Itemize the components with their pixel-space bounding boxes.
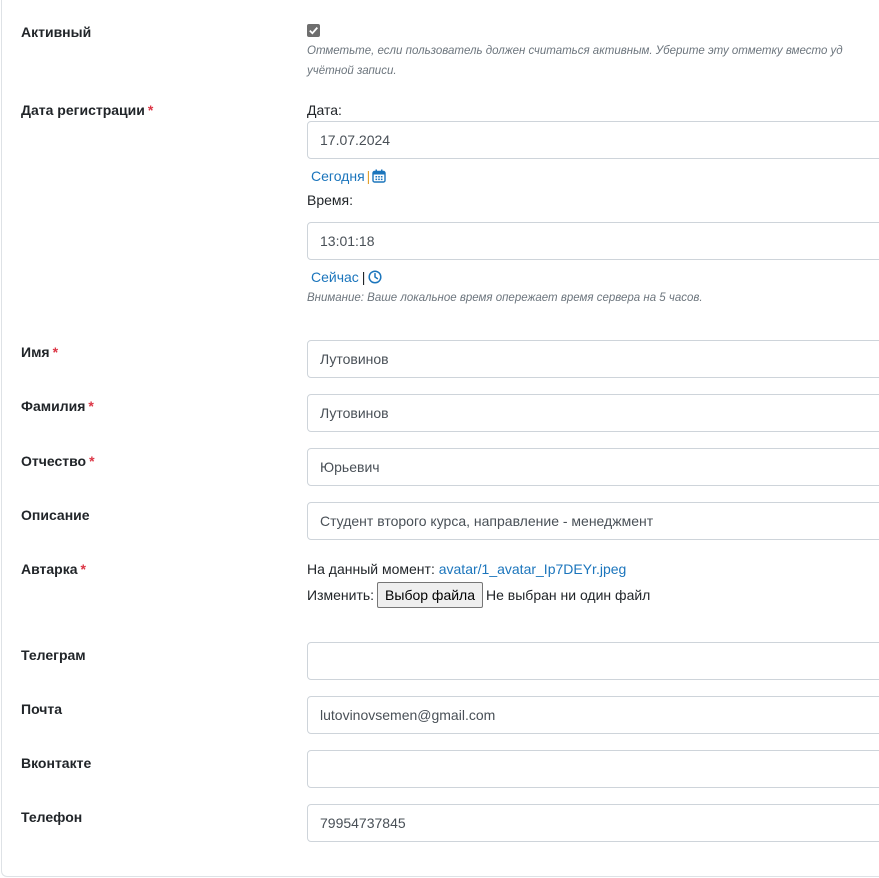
- no-file-text: Не выбран ни один файл: [486, 587, 651, 603]
- avatar-file-link[interactable]: avatar/1_avatar_Ip7DEYr.jpeg: [439, 561, 627, 577]
- telegram-input[interactable]: [307, 642, 879, 680]
- required-mark: *: [147, 102, 154, 118]
- date-shortcuts: Сегодня |: [311, 168, 386, 186]
- avatar-current-label: На данный момент:: [307, 561, 435, 577]
- calendar-icon[interactable]: [372, 169, 386, 186]
- time-value: 13:01:18: [320, 233, 375, 249]
- required-mark: *: [88, 398, 94, 414]
- active-checkbox[interactable]: [307, 24, 320, 37]
- active-label: Активный: [21, 24, 92, 40]
- time-sublabel: Время:: [307, 192, 354, 208]
- timezone-note: Внимание: Ваше локальное время опережает…: [307, 292, 703, 304]
- patronymic-input[interactable]: Юрьевич: [307, 448, 879, 486]
- first-name-value: Лутовинов: [320, 351, 389, 367]
- active-help-line2: учётной записи.: [307, 65, 397, 77]
- telegram-label: Телеграм: [21, 647, 86, 663]
- last-name-label: Фамилия *: [21, 398, 94, 414]
- required-mark: *: [89, 453, 95, 469]
- vk-label: Вконтакте: [21, 755, 92, 771]
- description-input[interactable]: Студент второго курса, направление - мен…: [307, 502, 879, 540]
- last-name-input[interactable]: Лутовинов: [307, 394, 879, 432]
- email-label: Почта: [21, 701, 63, 717]
- patronymic-label: Отчество *: [21, 453, 95, 469]
- time-separator: |: [361, 269, 366, 285]
- email-input[interactable]: lutovinovsemen@gmail.com: [307, 696, 879, 734]
- date-input[interactable]: 17.07.2024: [307, 121, 879, 159]
- required-mark: *: [80, 561, 86, 577]
- active-help-line1: Отметьте, если пользователь должен счита…: [307, 45, 843, 57]
- date-sublabel: Дата:: [307, 102, 342, 118]
- avatar-change-label: Изменить:: [307, 587, 375, 603]
- email-value: lutovinovsemen@gmail.com: [320, 707, 496, 723]
- clock-icon[interactable]: [368, 270, 382, 287]
- first-name-label: Имя *: [21, 344, 59, 360]
- date-separator: |: [366, 168, 371, 184]
- choose-file-button[interactable]: Выбор файла: [377, 582, 484, 608]
- description-value: Студент второго курса, направление - мен…: [320, 513, 654, 529]
- checkmark-icon: [309, 27, 318, 35]
- vk-input[interactable]: [307, 750, 879, 788]
- today-link[interactable]: Сегодня: [311, 168, 365, 184]
- time-input[interactable]: 13:01:18: [307, 222, 879, 260]
- first-name-input[interactable]: Лутовинов: [307, 340, 879, 378]
- patronymic-value: Юрьевич: [320, 459, 380, 475]
- date-value: 17.07.2024: [320, 132, 391, 148]
- now-link[interactable]: Сейчас: [311, 269, 359, 285]
- avatar-label: Автарка *: [21, 561, 86, 577]
- required-mark: *: [52, 344, 59, 360]
- last-name-value: Лутовинов: [320, 405, 389, 421]
- phone-input[interactable]: 79954737845: [307, 804, 879, 842]
- phone-label: Телефон: [21, 809, 83, 825]
- avatar-change-row: Изменить: Выбор файла Не выбран ни один фа…: [307, 582, 650, 608]
- time-shortcuts: Сейчас |: [311, 269, 382, 287]
- description-label: Описание: [21, 507, 90, 523]
- avatar-current: На данный момент: avatar/1_avatar_Ip7DEY…: [307, 561, 626, 577]
- phone-value: 79954737845: [320, 815, 406, 831]
- registration-date-label: Дата регистрации *: [21, 102, 154, 118]
